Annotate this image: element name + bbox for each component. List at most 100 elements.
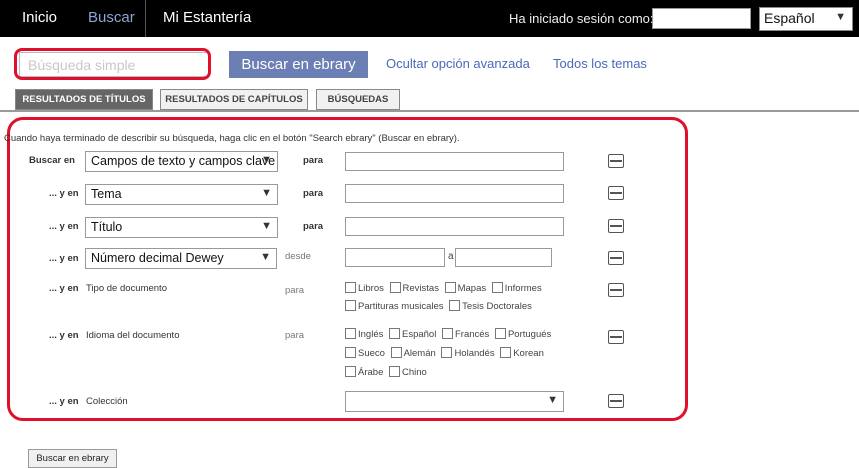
field-select-value: Campos de texto y campos clave	[91, 154, 276, 168]
checkbox-item[interactable]: Sueco	[345, 347, 385, 359]
remove-row-icon[interactable]	[608, 219, 624, 233]
checkbox[interactable]	[390, 347, 402, 358]
checkbox-item[interactable]: Holandés	[441, 347, 495, 359]
checkbox-item[interactable]: Revistas	[389, 282, 439, 294]
range-to-input[interactable]	[455, 248, 552, 267]
range-separator: a	[448, 251, 454, 262]
remove-row-icon[interactable]	[608, 330, 624, 344]
range-from-input[interactable]	[345, 248, 445, 267]
checkbox-item[interactable]: Tesis Doctorales	[449, 300, 532, 312]
language-options: Inglés Español Francés Portugués	[345, 328, 554, 340]
remove-row-icon[interactable]	[608, 186, 624, 200]
submit-search-button[interactable]: Buscar en ebrary	[28, 449, 117, 468]
chevron-down-icon: ▼	[261, 154, 272, 166]
checkbox-label: Francés	[454, 329, 490, 340]
checkbox-label: Partituras musicales	[358, 301, 444, 312]
row-label: ... y en	[49, 188, 79, 199]
language-select[interactable]: Español ▼	[759, 7, 853, 31]
form-instructions: Cuando haya terminado de describir su bú…	[4, 133, 460, 144]
login-user-field[interactable]	[652, 8, 751, 29]
checkbox[interactable]	[389, 282, 401, 293]
tab-title-results[interactable]: RESULTADOS DE TÍTULOS	[15, 89, 153, 110]
checkbox-label: Korean	[513, 348, 544, 359]
language-select-value: Español	[764, 10, 815, 26]
doc-type-options: Partituras musicales Tesis Doctorales	[345, 300, 535, 312]
tab-divider	[0, 110, 859, 112]
nav-inicio[interactable]: Inicio	[22, 9, 57, 26]
checkbox-item[interactable]: Español	[389, 328, 436, 340]
checkbox[interactable]	[441, 347, 453, 358]
row-label: ... y en	[49, 221, 79, 232]
search-input-highlight	[14, 48, 211, 80]
remove-row-icon[interactable]	[608, 283, 624, 297]
language-options: Sueco Alemán Holandés Korean	[345, 347, 547, 359]
checkbox-label: Inglés	[358, 329, 384, 340]
search-term-input[interactable]	[345, 184, 564, 203]
checkbox-label: Tesis Doctorales	[462, 301, 532, 312]
checkbox-item[interactable]: Alemán	[390, 347, 436, 359]
row-label: ... y en	[49, 253, 79, 264]
checkbox[interactable]	[389, 328, 400, 339]
checkbox-label: Informes	[504, 283, 542, 294]
connector-label: para	[303, 221, 324, 232]
collection-select[interactable]: ▼	[345, 391, 564, 412]
tab-searches[interactable]: BÚSQUEDAS	[316, 89, 400, 110]
hide-advanced-link[interactable]: Ocultar opción avanzada	[386, 56, 530, 71]
connector-label: para	[303, 188, 324, 199]
checkbox-item[interactable]: Informes	[491, 282, 542, 294]
checkbox[interactable]	[345, 347, 356, 358]
field-select[interactable]: Número decimal Dewey ▼	[85, 248, 277, 269]
checkbox[interactable]	[345, 300, 356, 311]
search-button[interactable]: Buscar en ebrary	[229, 51, 368, 78]
chevron-down-icon: ▼	[261, 220, 272, 232]
checkbox-label: Chino	[402, 367, 427, 378]
field-select-value: Número decimal Dewey	[91, 251, 224, 265]
checkbox[interactable]	[449, 300, 461, 311]
row-label: ... y en	[49, 396, 79, 407]
login-label: Ha iniciado sesión como:	[509, 11, 654, 26]
connector-label: para	[303, 155, 324, 166]
checkbox[interactable]	[389, 366, 400, 377]
all-topics-link[interactable]: Todos los temas	[553, 56, 647, 71]
field-select-value: Tema	[91, 187, 122, 201]
remove-row-icon[interactable]	[608, 394, 624, 408]
field-select[interactable]: Tema ▼	[85, 184, 278, 205]
checkbox-item[interactable]: Inglés	[345, 328, 384, 340]
checkbox-item[interactable]: Libros	[345, 282, 384, 294]
checkbox[interactable]	[345, 328, 356, 339]
nav-mi-estanteria[interactable]: Mi Estantería	[163, 9, 251, 26]
field-select[interactable]: Campos de texto y campos clave ▼	[85, 151, 278, 172]
field-name: Idioma del documento	[86, 330, 180, 341]
checkbox-item[interactable]: Chino	[389, 366, 427, 378]
remove-row-icon[interactable]	[608, 251, 624, 265]
field-select-value: Título	[91, 220, 123, 234]
remove-row-icon[interactable]	[608, 154, 624, 168]
checkbox[interactable]	[491, 282, 503, 293]
checkbox[interactable]	[444, 282, 456, 293]
checkbox[interactable]	[500, 347, 512, 358]
checkbox-label: Portugués	[507, 329, 552, 340]
checkbox-label: Holandés	[454, 348, 495, 359]
checkbox-label: Sueco	[358, 348, 385, 359]
search-term-input[interactable]	[345, 152, 564, 171]
checkbox-item[interactable]: Francés	[441, 328, 490, 340]
field-select[interactable]: Título ▼	[85, 217, 278, 238]
checkbox-item[interactable]: Portugués	[494, 328, 552, 340]
connector-label: para	[285, 285, 305, 296]
checkbox-item[interactable]: Korean	[500, 347, 544, 359]
search-term-input[interactable]	[345, 217, 564, 236]
checkbox[interactable]	[345, 366, 356, 377]
chevron-down-icon: ▼	[547, 394, 558, 406]
nav-buscar[interactable]: Buscar	[88, 9, 135, 26]
checkbox-label: Alemán	[403, 348, 436, 359]
tab-chapter-results[interactable]: RESULTADOS DE CAPÍTULOS	[160, 89, 308, 110]
checkbox[interactable]	[494, 328, 506, 339]
chevron-down-icon: ▼	[835, 11, 846, 23]
checkbox-item[interactable]: Mapas	[444, 282, 486, 294]
nav-divider	[145, 0, 146, 37]
checkbox-item[interactable]: Partituras musicales	[345, 300, 444, 312]
checkbox-item[interactable]: Árabe	[345, 366, 383, 378]
row-label: ... y en	[49, 330, 79, 341]
checkbox[interactable]	[345, 282, 356, 293]
checkbox[interactable]	[441, 328, 453, 339]
